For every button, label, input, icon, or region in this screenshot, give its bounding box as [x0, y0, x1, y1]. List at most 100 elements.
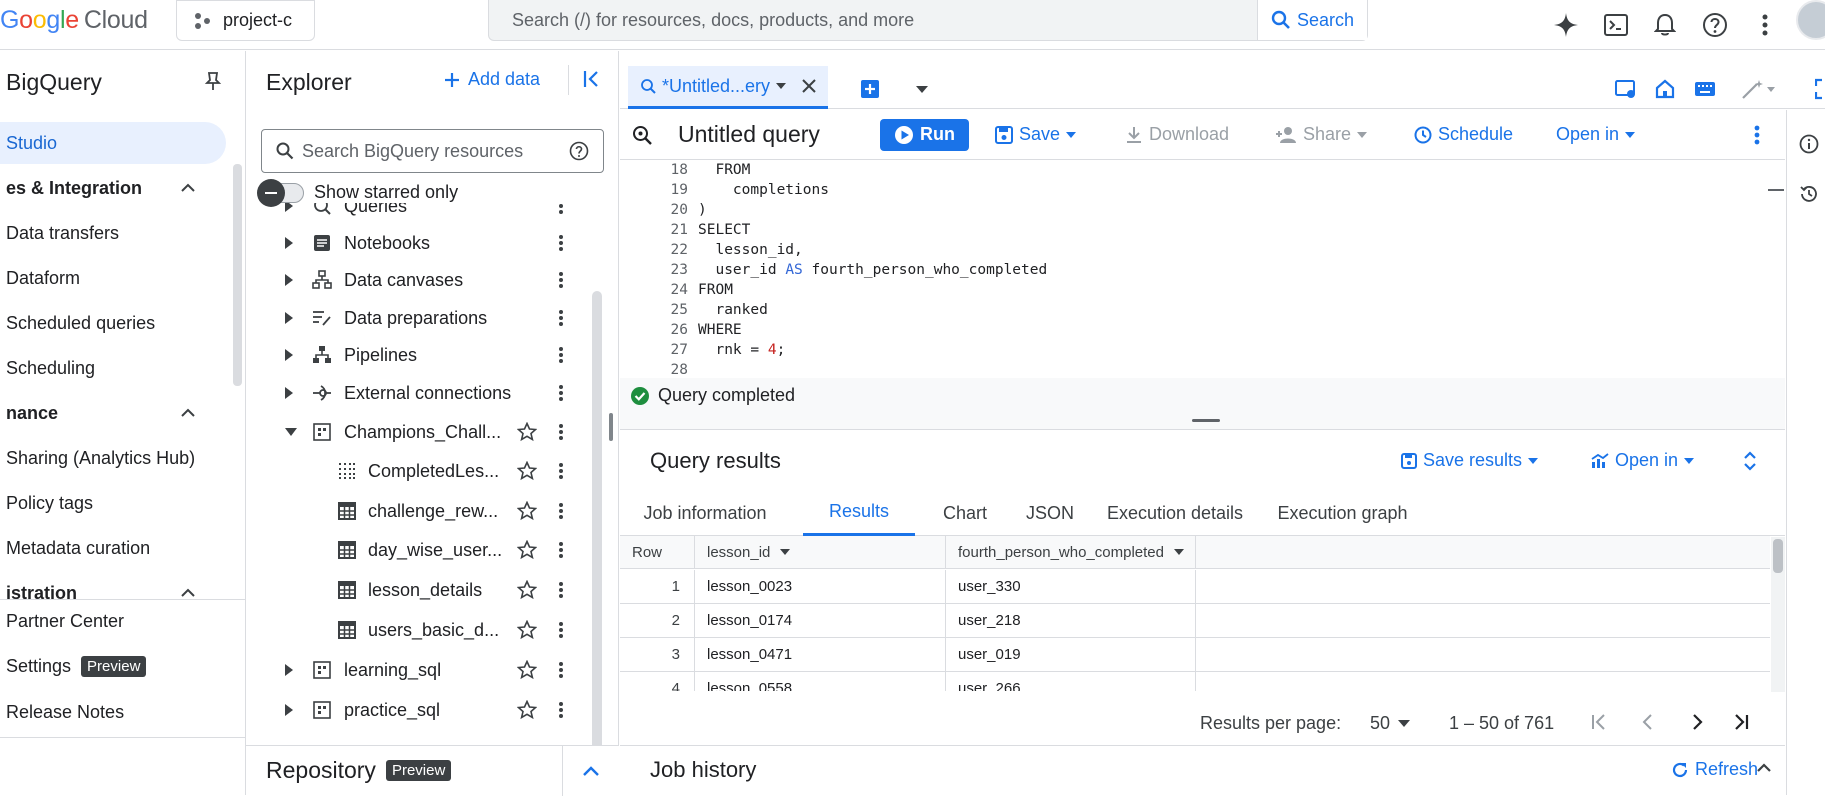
share-button[interactable]: Share	[1275, 124, 1368, 145]
avatar[interactable]	[1796, 0, 1825, 40]
results-scrollbar[interactable]	[1771, 537, 1785, 692]
gemini-sparkle-icon[interactable]	[1546, 5, 1586, 45]
star-icon[interactable]	[517, 461, 537, 481]
more-vert-icon[interactable]	[558, 309, 564, 327]
expand-arrow-icon[interactable]	[284, 663, 298, 677]
save-results-button[interactable]: Save results	[1401, 450, 1539, 471]
more-vert-icon[interactable]	[1754, 125, 1760, 145]
nav-item-release-notes[interactable]: Release Notes	[0, 691, 226, 733]
chevron-up-icon[interactable]	[1756, 763, 1772, 773]
sort-arrow-icon[interactable]	[780, 549, 791, 555]
run-button[interactable]: Run	[880, 118, 969, 151]
tab-execution-graph[interactable]: Execution graph	[1270, 490, 1415, 536]
nav-item-scheduled-queries[interactable]: Scheduled queries	[0, 302, 226, 344]
more-vert-icon[interactable]	[558, 384, 564, 402]
tab-chart[interactable]: Chart	[930, 490, 1000, 536]
tree-node-table-completedlessons[interactable]: CompletedLes...	[246, 452, 603, 490]
keyboard-icon[interactable]	[1694, 81, 1716, 97]
project-picker[interactable]: project-c	[176, 0, 315, 41]
help-icon[interactable]	[569, 141, 589, 161]
next-page-icon[interactable]	[1688, 713, 1706, 731]
table-cell[interactable]: user_266	[946, 672, 1196, 691]
expand-arrow-icon[interactable]	[284, 236, 298, 250]
tab-untitled-query[interactable]: *Untitled...ery	[628, 66, 828, 109]
table-cell[interactable]: lesson_0558	[695, 672, 946, 691]
search-button[interactable]: Search	[1257, 0, 1367, 40]
table-cell[interactable]: lesson_0023	[695, 570, 946, 603]
show-starred-toggle[interactable]	[257, 178, 304, 207]
help-icon[interactable]	[1695, 5, 1735, 45]
job-history-bar[interactable]: Job history Refresh	[620, 745, 1785, 795]
info-icon[interactable]	[1799, 134, 1819, 154]
notifications-bell-icon[interactable]	[1645, 5, 1685, 45]
nav-item-partner-center[interactable]: Partner Center	[0, 600, 226, 642]
more-vert-icon[interactable]	[1745, 5, 1785, 45]
open-in-button[interactable]: Open in	[1556, 124, 1636, 145]
table-row[interactable]: 4 lesson_0558 user_266	[620, 672, 1770, 691]
tree-node-dataset-champions[interactable]: Champions_Chall...	[246, 413, 603, 451]
collapse-arrow-icon[interactable]	[284, 427, 298, 437]
scrollbar-thumb[interactable]	[1773, 539, 1783, 573]
more-vert-icon[interactable]	[558, 203, 564, 215]
expand-arrow-icon[interactable]	[284, 703, 298, 717]
repository-section[interactable]: Repository Preview	[246, 745, 619, 796]
more-vert-icon[interactable]	[558, 661, 564, 679]
resize-handle[interactable]	[1192, 419, 1220, 422]
expand-arrow-icon[interactable]	[284, 311, 298, 325]
first-page-icon[interactable]	[1590, 713, 1608, 731]
tree-node-pipelines[interactable]: Pipelines	[246, 336, 603, 374]
table-cell[interactable]: user_218	[946, 604, 1196, 637]
tree-scrollbar[interactable]	[592, 291, 602, 794]
schedule-button[interactable]: Schedule	[1414, 124, 1513, 145]
tree-node-data-canvases[interactable]: Data canvases	[246, 261, 603, 299]
table-row[interactable]: 1 lesson_0023 user_330	[620, 570, 1770, 604]
home-icon[interactable]	[1655, 79, 1675, 99]
more-vert-icon[interactable]	[558, 271, 564, 289]
table-row[interactable]: 2 lesson_0174 user_218	[620, 604, 1770, 638]
nav-scrollbar[interactable]	[233, 164, 242, 386]
tree-node-table-day-wise-user[interactable]: day_wise_user...	[246, 531, 603, 569]
google-cloud-logo[interactable]: Google Cloud	[0, 6, 148, 35]
tree-node-data-preparations[interactable]: Data preparations	[246, 299, 603, 337]
table-cell[interactable]: lesson_0471	[695, 638, 946, 671]
explorer-search-input[interactable]	[294, 130, 569, 172]
tree-node-table-challenge-rewards[interactable]: challenge_rew...	[246, 492, 603, 530]
previous-page-icon[interactable]	[1639, 713, 1657, 731]
nav-item-dataform[interactable]: Dataform	[0, 257, 226, 299]
add-data-button[interactable]: Add data	[444, 69, 540, 90]
nav-item-scheduling[interactable]: Scheduling	[0, 347, 226, 389]
tree-node-dataset-learning-sql[interactable]: learning_sql	[246, 651, 603, 689]
expand-arrow-icon[interactable]	[284, 348, 298, 362]
nav-section-integration[interactable]: es & Integration	[0, 167, 226, 209]
per-page-select[interactable]: 50	[1370, 713, 1411, 734]
more-vert-icon[interactable]	[558, 462, 564, 480]
expand-arrow-icon[interactable]	[284, 203, 298, 213]
sort-arrow-icon[interactable]	[1173, 549, 1184, 555]
tree-node-external-connections[interactable]: External connections	[246, 374, 603, 412]
collapse-panel-icon[interactable]	[582, 69, 602, 89]
fullscreen-icon[interactable]	[1815, 78, 1825, 100]
results-open-in-button[interactable]: Open in	[1591, 450, 1695, 471]
more-vert-icon[interactable]	[558, 234, 564, 252]
global-search-input[interactable]	[489, 0, 1257, 40]
tree-node-table-lesson-details[interactable]: lesson_details	[246, 571, 603, 609]
nav-item-data-transfers[interactable]: Data transfers	[0, 212, 226, 254]
more-vert-icon[interactable]	[558, 541, 564, 559]
tree-node-queries[interactable]: Queries	[246, 203, 603, 225]
expand-collapse-icon[interactable]	[1743, 450, 1757, 472]
save-button[interactable]: Save	[995, 124, 1077, 145]
tab-execution-details[interactable]: Execution details	[1100, 490, 1250, 536]
tab-results[interactable]: Results	[803, 490, 915, 536]
star-icon[interactable]	[517, 660, 537, 680]
nav-item-metadata-curation[interactable]: Metadata curation	[0, 527, 226, 569]
more-vert-icon[interactable]	[558, 346, 564, 364]
nav-item-settings[interactable]: Settings Preview	[0, 645, 226, 687]
star-icon[interactable]	[517, 501, 537, 521]
tab-job-information[interactable]: Job information	[630, 490, 780, 536]
nav-item-sharing[interactable]: Sharing (Analytics Hub)	[0, 437, 226, 479]
close-icon[interactable]	[802, 79, 816, 93]
panel-resize-handle[interactable]	[609, 413, 613, 441]
more-vert-icon[interactable]	[558, 581, 564, 599]
expand-arrow-icon[interactable]	[284, 273, 298, 287]
chevron-down-icon[interactable]	[776, 83, 787, 89]
